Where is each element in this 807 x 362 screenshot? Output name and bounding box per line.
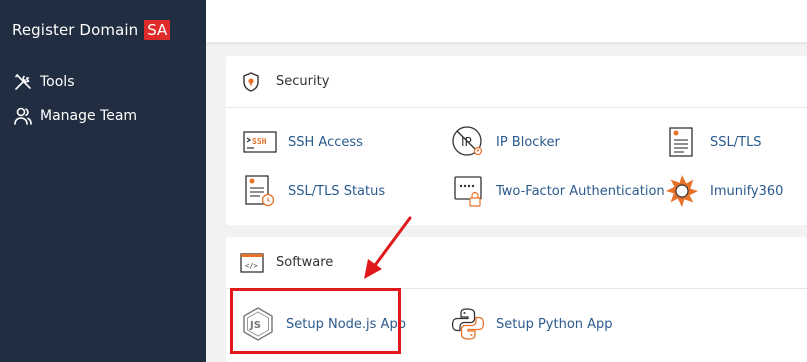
item-label: Setup Python App [496,316,613,332]
panel-title: Software [276,255,334,270]
python-icon [450,306,486,342]
top-bar [206,0,807,42]
item-label: Two-Factor Authentication [496,183,665,199]
item-label: SSL/TLS Status [288,183,386,199]
imunify360-icon [664,173,700,209]
certificate-icon [664,124,700,160]
ssh-access-link[interactable]: SSH SSH Access [242,124,363,160]
brand-name: Register Domain [12,21,139,39]
software-panel-header[interactable]: </> Software [226,237,807,289]
code-window-icon: </> [240,252,264,274]
svg-text:</>: </> [245,262,258,270]
item-label: Imunify360 [710,183,784,199]
ip-blocker-icon: IP [450,124,486,160]
setup-python-app-link[interactable]: Setup Python App [450,306,613,342]
certificate-status-icon [242,173,278,209]
brand-badge: SA [144,20,171,40]
tools-icon [13,72,33,92]
shield-icon [240,71,262,93]
sidebar-item-label: Tools [40,74,75,90]
item-label: SSH Access [288,134,363,150]
ssl-tls-link[interactable]: SSL/TLS [664,124,762,160]
sidebar-item-label: Manage Team [40,108,138,124]
ssl-tls-status-link[interactable]: SSL/TLS Status [242,173,385,209]
annotation-highlight-box [230,288,401,354]
sidebar-item-tools[interactable]: Tools [13,72,75,92]
svg-text:IP: IP [461,135,472,149]
security-panel: Security SSH SSH Access IP IP Blocker SS… [226,56,807,225]
item-label: SSL/TLS [710,134,762,150]
svg-text:SSH: SSH [252,137,267,146]
sidebar-item-manage-team[interactable]: Manage Team [13,106,137,126]
ssh-icon: SSH [242,124,278,160]
two-factor-icon [450,173,486,209]
two-factor-authentication-link[interactable]: Two-Factor Authentication [450,173,665,209]
security-panel-header[interactable]: Security [226,56,807,108]
imunify360-link[interactable]: Imunify360 [664,173,783,209]
brand[interactable]: Register Domain SA [12,20,171,40]
users-icon [13,106,33,126]
annotation-arrow-icon [364,216,412,279]
ip-blocker-link[interactable]: IP IP Blocker [450,124,560,160]
sidebar: Register Domain SA Tools Manage Team [0,0,206,362]
item-label: IP Blocker [496,134,560,150]
panel-title: Security [276,74,330,89]
